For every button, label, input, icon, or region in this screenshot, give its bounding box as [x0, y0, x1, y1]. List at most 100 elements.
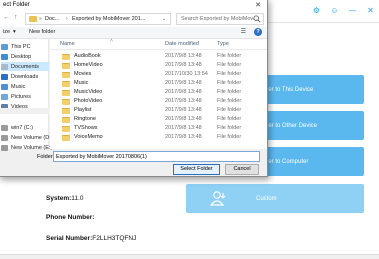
column-header-type[interactable]: Type: [217, 41, 229, 47]
phone-label: Phone Number:: [46, 214, 95, 221]
bell-icon[interactable]: ⚙: [312, 6, 321, 15]
back-icon[interactable]: ←: [3, 14, 10, 21]
file-date: 2017/9/8 13:48: [165, 134, 202, 140]
folder-icon: [62, 81, 70, 87]
address-row: ← ↑ » Doc... › Exported by MobiMover 201…: [0, 12, 267, 27]
file-name: Playlist: [74, 107, 92, 113]
up-arrow-icon[interactable]: ↑: [14, 14, 18, 21]
file-row[interactable]: Ringtone 2017/9/8 13:48 File folder: [50, 115, 267, 124]
file-date: 2017/9/8 13:48: [165, 116, 202, 122]
folder-icon: [62, 135, 70, 141]
serial-label: Serial Number:: [46, 235, 93, 242]
nav-label: win7 (C:): [11, 124, 34, 131]
file-row[interactable]: HomeVideo 2017/9/8 13:48 File folder: [50, 61, 267, 70]
minimize-icon[interactable]: —: [348, 6, 357, 15]
file-row[interactable]: TVShows 2017/9/8 13:48 File folder: [50, 124, 267, 133]
file-date: 2017/10/30 13:54: [165, 71, 208, 77]
file-name: Movies: [74, 71, 92, 77]
folder-icon: [62, 117, 70, 123]
organize-menu[interactable]: ize: [3, 29, 10, 35]
status-bar: [0, 254, 379, 259]
file-row[interactable]: VoiceMemo 2017/9/8 13:48 File folder: [50, 133, 267, 142]
cancel-button[interactable]: Cancel: [225, 164, 259, 175]
file-name: AudioBook: [74, 53, 101, 59]
close-icon[interactable]: ✕: [366, 6, 375, 15]
file-type: File folder: [217, 62, 242, 68]
nav-item-music[interactable]: Music: [1, 82, 49, 91]
file-list: Name ˄ Date modified Type AudioBook 2017/…: [50, 38, 267, 149]
breadcrumb-exported[interactable]: Exported by MobiMover 201...: [72, 16, 145, 22]
serial-info: Serial Number:F2LLH3TQFNJ: [46, 235, 136, 242]
nav-label: This PC: [11, 43, 31, 50]
nav-item-drive-e[interactable]: New Volume (E:): [1, 143, 52, 152]
file-type: File folder: [217, 125, 242, 131]
select-folder-button[interactable]: Select Folder: [173, 164, 220, 175]
folder-icon: [62, 99, 70, 105]
breadcrumb-documents[interactable]: Doc...: [45, 16, 59, 22]
column-header-date[interactable]: Date modified: [165, 41, 199, 47]
nav-label: Pictures: [11, 93, 31, 100]
drive-icon: [1, 124, 8, 131]
chevron-right-icon: »: [39, 16, 42, 22]
dialog-titlebar[interactable]: ect Folder ✕: [0, 0, 267, 12]
pc-icon: [1, 43, 8, 50]
file-type: File folder: [217, 116, 242, 122]
folder-icon: [62, 108, 70, 114]
folder-field[interactable]: [53, 151, 260, 162]
file-row[interactable]: MusicVideo 2017/9/8 13:48 File folder: [50, 88, 267, 97]
search-input[interactable]: Search Exported by MobiMov...: [176, 13, 264, 25]
folder-name-input[interactable]: [54, 152, 259, 161]
column-header-name[interactable]: Name: [60, 41, 75, 47]
file-name: VoiceMemo: [74, 134, 103, 140]
file-date: 2017/9/8 13:48: [165, 62, 202, 68]
action-label: ler to Other Device: [267, 122, 318, 129]
header-divider: [50, 49, 267, 50]
nav-label: Music: [11, 83, 26, 90]
system-info: System:11.0: [46, 195, 83, 202]
nav-item-desktop[interactable]: Desktop: [1, 52, 49, 61]
file-row[interactable]: PhotoVideo 2017/9/8 13:48 File folder: [50, 97, 267, 106]
close-icon[interactable]: ✕: [255, 1, 261, 9]
custom-button[interactable]: Custom: [186, 184, 364, 213]
pictures-icon: [1, 93, 8, 100]
file-row[interactable]: Playlist 2017/9/8 13:48 File folder: [50, 106, 267, 115]
nav-label: Downloads: [11, 73, 39, 80]
file-date: 2017/9/8 13:48: [165, 89, 202, 95]
action-label: ler to This Device: [267, 86, 314, 93]
serial-value: F2LLH3TQFNJ: [92, 235, 137, 242]
folder-icon: [62, 72, 70, 78]
nav-item-documents[interactable]: Documents: [1, 62, 49, 71]
action-label: ler to Computer: [267, 158, 309, 165]
folder-icon: [62, 90, 70, 96]
file-type: File folder: [217, 107, 242, 113]
file-date: 2017/9/8 13:48: [165, 53, 202, 59]
file-row[interactable]: Music 2017/9/8 13:48 File folder: [50, 79, 267, 88]
file-date: 2017/9/8 13:48: [165, 98, 202, 104]
file-date: 2017/9/8 13:48: [165, 80, 202, 86]
file-date: 2017/9/8 13:48: [165, 125, 202, 131]
help-icon[interactable]: ?: [254, 28, 262, 36]
file-name: Ringtone: [74, 116, 97, 122]
file-row[interactable]: AudioBook 2017/9/8 13:48 File folder: [50, 52, 267, 61]
folder-icon: [62, 63, 70, 69]
nav-item-downloads[interactable]: Downloads: [1, 72, 49, 81]
user-icon[interactable]: ☺: [330, 6, 339, 15]
chevron-down-icon[interactable]: ⌄: [162, 16, 166, 22]
folder-icon: [62, 54, 70, 60]
file-date: 2017/9/8 13:48: [165, 107, 202, 113]
file-row[interactable]: Movies 2017/10/30 13:54 File folder: [50, 70, 267, 79]
nav-item-drive-c[interactable]: win7 (C:): [1, 123, 49, 132]
new-folder-button[interactable]: New folder: [29, 29, 55, 35]
file-name: MusicVideo: [74, 89, 103, 95]
file-name: Music: [74, 80, 89, 86]
nav-item-this-pc[interactable]: This PC: [1, 42, 49, 51]
nav-item-drive-d[interactable]: New Volume (D:): [1, 133, 53, 142]
address-bar[interactable]: » Doc... › Exported by MobiMover 201... …: [25, 13, 171, 25]
nav-scrollbar[interactable]: [0, 108, 49, 114]
downloads-icon: [1, 73, 8, 80]
chevron-down-icon: ▾: [13, 29, 16, 35]
nav-item-pictures[interactable]: Pictures: [1, 92, 49, 101]
drive-icon: [1, 144, 8, 151]
view-options-icon[interactable]: ☰: [241, 28, 246, 35]
folder-icon: [29, 16, 37, 22]
